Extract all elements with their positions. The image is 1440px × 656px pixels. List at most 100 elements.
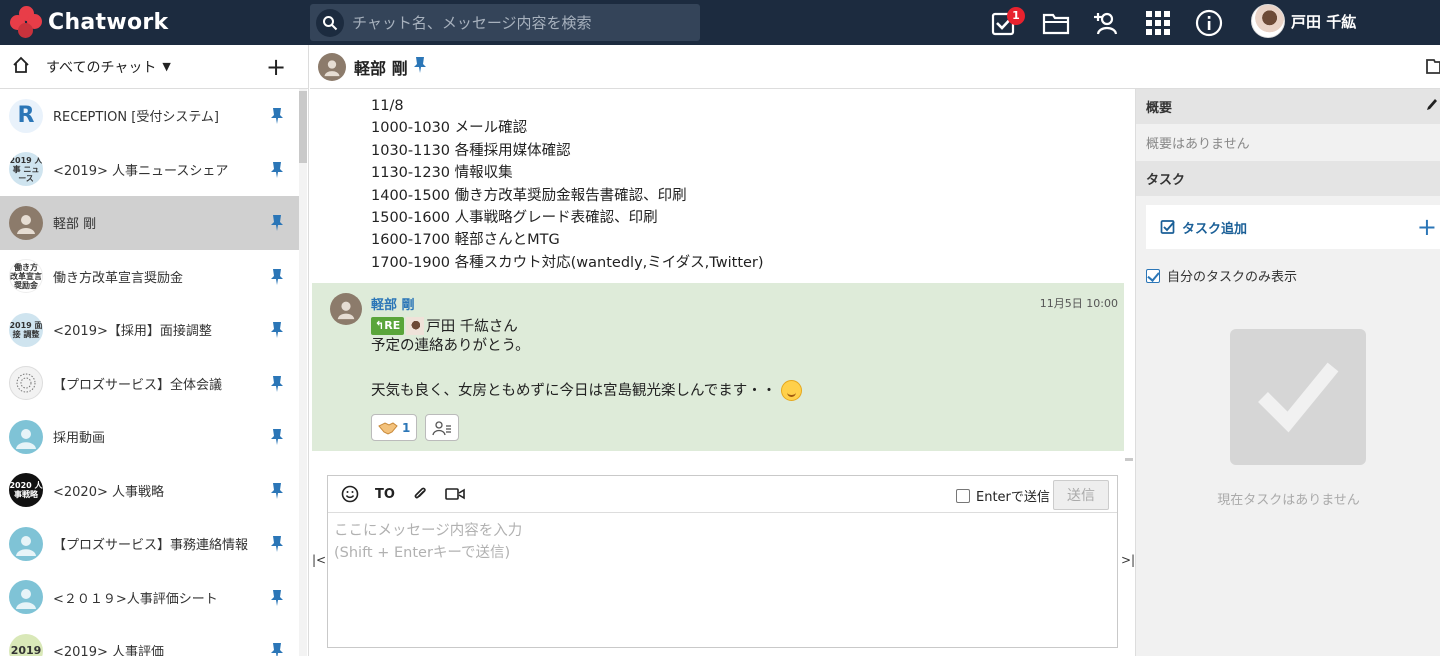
send-button[interactable]: 送信 bbox=[1053, 480, 1109, 510]
pin-icon[interactable] bbox=[271, 428, 283, 450]
chatwork-logo[interactable]: Chatwork bbox=[0, 5, 308, 40]
collapse-right-icon[interactable]: >| bbox=[1121, 553, 1135, 567]
folder-icon[interactable] bbox=[1039, 6, 1073, 40]
room-item[interactable]: 2019 <2019> 人事評価 bbox=[0, 624, 299, 656]
enter-send-checkbox[interactable] bbox=[956, 488, 970, 503]
reply-arrow-icon: ↰ bbox=[375, 319, 385, 332]
home-icon[interactable] bbox=[12, 56, 30, 78]
composer-toolbar: TO Enterで送信 送信 bbox=[328, 476, 1117, 513]
sender-avatar[interactable] bbox=[330, 293, 362, 325]
own-tasks-label: 自分のタスクのみ表示 bbox=[1167, 270, 1298, 285]
message-timeline[interactable]: 11/8 1000-1030 メール確認 1030-1130 各種採用媒体確認 … bbox=[310, 89, 1135, 461]
pin-icon[interactable] bbox=[271, 268, 283, 290]
chat-header: 軽部 剛 bbox=[310, 45, 1440, 89]
overview-header: 概要 bbox=[1136, 89, 1440, 124]
scrollbar-thumb[interactable] bbox=[299, 91, 307, 163]
room-name: <2020> 人事戦略 bbox=[53, 484, 165, 500]
emoji-icon[interactable] bbox=[341, 485, 359, 503]
add-task-button[interactable]: タスク追加 + bbox=[1146, 205, 1440, 249]
search-input[interactable] bbox=[352, 13, 692, 32]
message-item-highlighted[interactable]: 軽部 剛 11月5日 10:00 ↰ RE 戸田 千紘さん 予定の連絡ありがとう。… bbox=[312, 283, 1124, 451]
add-task-plus-icon[interactable]: + bbox=[1417, 213, 1437, 241]
room-item[interactable]: 2020 人事戦略 <2020> 人事戦略 bbox=[0, 464, 299, 518]
sidebar-scrollbar[interactable] bbox=[299, 89, 307, 656]
room-name: 軽部 剛 bbox=[53, 217, 97, 233]
chat-sidebar: すべてのチャット ▼ + R RECEPTION [受付システム] 2019 人… bbox=[0, 45, 309, 656]
message-input[interactable] bbox=[328, 514, 1117, 647]
search-icon[interactable] bbox=[316, 8, 344, 37]
pin-icon[interactable] bbox=[271, 642, 283, 656]
room-item[interactable]: 【プロズサービス】事務連絡情報 bbox=[0, 517, 299, 571]
room-name: 採用動画 bbox=[53, 431, 106, 447]
room-avatar bbox=[9, 205, 43, 240]
room-item[interactable]: <２０１９>人事評価シート bbox=[0, 571, 299, 625]
search-box[interactable] bbox=[310, 4, 700, 41]
pin-icon[interactable] bbox=[271, 321, 283, 343]
overview-title: 概要 bbox=[1146, 101, 1173, 116]
pin-icon[interactable] bbox=[413, 56, 426, 78]
enter-to-send-toggle[interactable]: Enterで送信 bbox=[956, 486, 1050, 505]
chevron-down-icon[interactable]: ▼ bbox=[162, 60, 170, 73]
pin-icon[interactable] bbox=[271, 161, 283, 183]
room-avatar bbox=[9, 419, 43, 454]
task-check-icon bbox=[1160, 220, 1175, 234]
task-header: タスク bbox=[1136, 161, 1440, 196]
pin-icon[interactable] bbox=[271, 214, 283, 236]
room-avatar bbox=[9, 526, 43, 561]
sender-name[interactable]: 軽部 剛 bbox=[371, 294, 415, 313]
room-avatar: 2020 人事戦略 bbox=[9, 473, 43, 508]
message-body: 予定の連絡ありがとう。 天気も良く、女房ともめずに今日は宮島観光楽しんでます・・ bbox=[371, 335, 802, 402]
edit-pencil-icon[interactable] bbox=[1426, 98, 1438, 116]
own-tasks-filter[interactable]: 自分のタスクのみ表示 bbox=[1146, 266, 1440, 285]
apps-grid-icon[interactable] bbox=[1141, 6, 1175, 40]
overview-empty-text: 概要はありません bbox=[1146, 137, 1250, 152]
reply-label: RE bbox=[384, 319, 401, 332]
room-item[interactable]: R RECEPTION [受付システム] bbox=[0, 89, 299, 143]
pin-icon[interactable] bbox=[271, 375, 283, 397]
room-name: <2019> 人事ニュースシェア bbox=[53, 163, 229, 179]
user-avatar bbox=[1251, 4, 1285, 38]
user-name: 戸田 千紘 bbox=[1291, 12, 1357, 31]
video-call-icon[interactable] bbox=[445, 486, 465, 502]
pin-icon[interactable] bbox=[271, 107, 283, 129]
message-line: 予定の連絡ありがとう。 bbox=[371, 338, 530, 354]
room-item-active[interactable]: 軽部 剛 bbox=[0, 196, 299, 250]
timeline-scroll-indicator[interactable] bbox=[1125, 458, 1133, 461]
top-header: Chatwork 1 戸田 千紘 bbox=[0, 0, 1440, 45]
attachment-icon[interactable] bbox=[411, 485, 429, 503]
room-avatar: R bbox=[9, 98, 43, 133]
collapse-left-icon[interactable]: |< bbox=[312, 553, 326, 567]
own-tasks-checkbox[interactable] bbox=[1146, 268, 1160, 283]
message-line: 1000-1030 メール確認 bbox=[371, 120, 528, 137]
to-button[interactable]: TO bbox=[375, 487, 395, 502]
room-avatar: 2019 人事 ニュース bbox=[9, 152, 43, 187]
room-item[interactable]: 【プロズサービス】全体会議 bbox=[0, 357, 299, 411]
reaction-users-button[interactable] bbox=[425, 414, 460, 441]
room-item[interactable]: 2019 人事 ニュース <2019> 人事ニュースシェア bbox=[0, 143, 299, 197]
chatwork-logo-icon bbox=[10, 5, 44, 40]
task-checklist-icon[interactable]: 1 bbox=[988, 6, 1025, 40]
add-contact-icon[interactable] bbox=[1090, 6, 1124, 40]
chat-title: 軽部 剛 bbox=[354, 58, 408, 78]
user-menu[interactable]: 戸田 千紘 bbox=[1251, 4, 1356, 38]
reaction-count: 1 bbox=[402, 420, 411, 435]
room-item[interactable]: 採用動画 bbox=[0, 410, 299, 464]
message-line-with-emoji: 天気も良く、女房ともめずに今日は宮島観光楽しんでます・・ bbox=[371, 380, 802, 402]
info-icon[interactable] bbox=[1192, 6, 1226, 40]
chat-filter-dropdown[interactable]: すべてのチャット bbox=[46, 57, 156, 77]
large-check-icon bbox=[1258, 362, 1339, 433]
pin-icon[interactable] bbox=[271, 589, 283, 611]
pin-icon[interactable] bbox=[271, 482, 283, 504]
message-timestamp[interactable]: 11月5日 10:00 bbox=[1040, 295, 1118, 311]
reaction-users-icon bbox=[432, 420, 452, 435]
files-folder-icon[interactable] bbox=[1426, 57, 1440, 79]
room-item[interactable]: 2019 面接 調整 <2019>【採用】面接調整 bbox=[0, 303, 299, 357]
add-chat-button[interactable]: + bbox=[266, 55, 286, 79]
room-name: <2019> 人事評価 bbox=[53, 645, 165, 656]
reply-reference[interactable]: ↰ RE 戸田 千紘さん bbox=[371, 315, 518, 336]
room-item[interactable]: 働き方 改革宣言 奨励金 働き方改革宣言奨励金 bbox=[0, 250, 299, 304]
handshake-icon bbox=[378, 421, 398, 435]
reaction-handshake[interactable]: 1 bbox=[371, 414, 418, 441]
pin-icon[interactable] bbox=[271, 535, 283, 557]
room-name: RECEPTION [受付システム] bbox=[53, 110, 219, 126]
